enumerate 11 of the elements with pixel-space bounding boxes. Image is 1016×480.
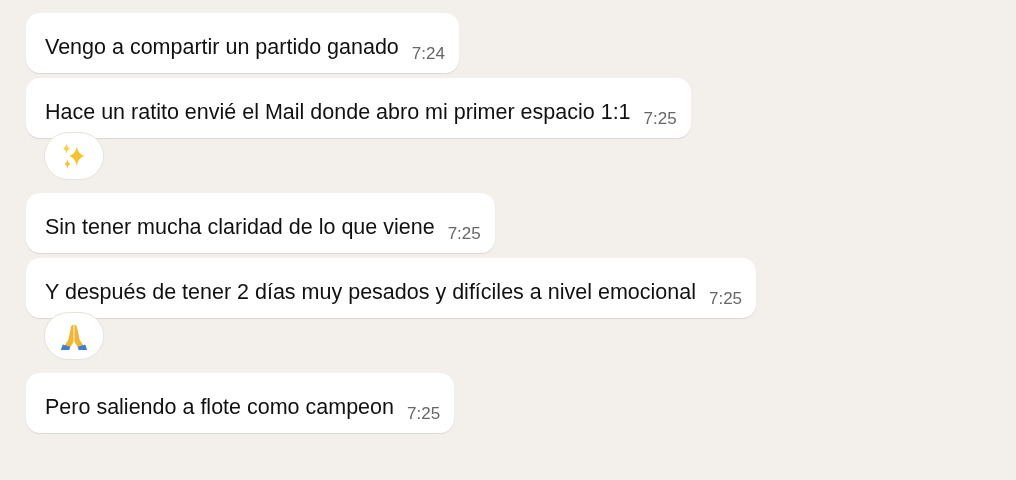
message-time: 7:24 (411, 44, 445, 64)
message-time: 7:25 (708, 289, 743, 309)
message-time: 7:25 (643, 109, 677, 129)
message-time: 7:25 (447, 224, 481, 244)
message-text: Hace un ratito envié el Mail donde abro mi primer espacio 1:1 (45, 99, 631, 126)
message-text: Vengo a compartir un partido ganado (45, 34, 399, 61)
message-time: 7:25 (407, 404, 441, 424)
message-text: Sin tener mucha claridad de lo que viene (45, 214, 435, 241)
message-text: Pero saliendo a flote como campeon (45, 394, 394, 421)
reaction-badge[interactable] (44, 312, 104, 360)
message-text: Y después de tener 2 días muy pesados y difíciles a nivel emocional (45, 279, 696, 306)
